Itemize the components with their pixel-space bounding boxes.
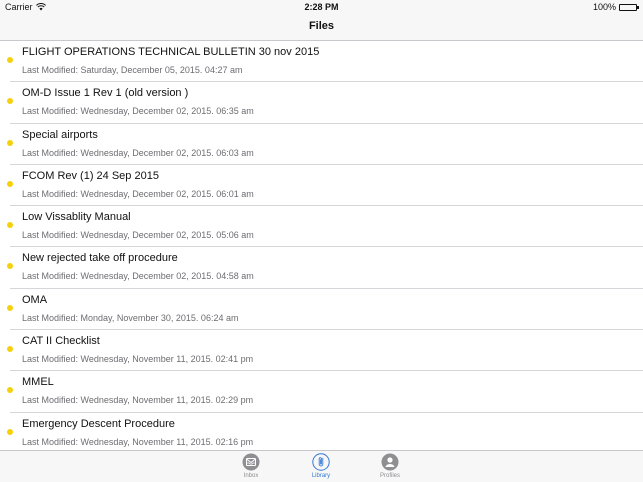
paperclip-icon: [312, 453, 330, 471]
unread-dot-icon: [7, 98, 13, 105]
status-bar: Carrier 2:28 PM 100%: [0, 0, 643, 14]
file-name: MMEL: [22, 376, 54, 389]
battery-indicator: 100%: [592, 2, 639, 12]
file-row[interactable]: Special airports Last Modified: Wednesda…: [0, 124, 643, 166]
file-name: OM-D Issue 1 Rev 1 (old version ): [22, 87, 189, 100]
file-row[interactable]: CAT II Checklist Last Modified: Wednesda…: [0, 330, 643, 372]
unread-dot-icon: [7, 387, 13, 394]
unread-dot-icon: [7, 304, 13, 311]
file-modified: Last Modified: Wednesday, December 02, 2…: [22, 106, 254, 117]
file-row[interactable]: MMEL Last Modified: Wednesday, November …: [0, 371, 643, 413]
tab-profiles[interactable]: Profiles: [365, 453, 415, 479]
file-row[interactable]: Low Vissablity Manual Last Modified: Wed…: [0, 206, 643, 248]
file-name: New rejected take off procedure: [22, 252, 178, 265]
file-row[interactable]: OM-D Issue 1 Rev 1 (old version ) Last M…: [0, 82, 643, 124]
tab-library[interactable]: Library: [296, 453, 346, 479]
file-row[interactable]: FCOM Rev (1) 24 Sep 2015 Last Modified: …: [0, 165, 643, 207]
file-row[interactable]: Emergency Descent Procedure Last Modifie…: [0, 413, 643, 450]
battery-percent: 100%: [592, 2, 616, 12]
navigation-bar: Files: [0, 14, 643, 41]
battery-icon: [619, 3, 639, 11]
file-name: FCOM Rev (1) 24 Sep 2015: [22, 169, 159, 182]
unread-dot-icon: [7, 180, 13, 187]
file-name: FLIGHT OPERATIONS TECHNICAL BULLETIN 30 …: [22, 46, 320, 58]
file-modified: Last Modified: Wednesday, December 02, 2…: [22, 147, 254, 158]
unread-dot-icon: [7, 139, 13, 146]
profile-icon: [381, 453, 399, 471]
tab-library-label: Library: [311, 473, 331, 479]
tab-profiles-label: Profiles: [379, 473, 400, 479]
inbox-icon: [242, 453, 260, 471]
file-name: Special airports: [22, 128, 98, 141]
file-row[interactable]: OMA Last Modified: Monday, November 30, …: [0, 289, 643, 331]
file-modified: Last Modified: Wednesday, November 11, 2…: [22, 395, 254, 406]
file-modified: Last Modified: Monday, November 30, 2015…: [22, 312, 239, 323]
file-modified: Last Modified: Wednesday, November 11, 2…: [22, 354, 254, 365]
unread-dot-icon: [7, 346, 13, 353]
file-modified: Last Modified: Wednesday, December 02, 2…: [22, 188, 254, 199]
tab-inbox-label: Inbox: [243, 473, 259, 479]
file-modified: Last Modified: Wednesday, November 11, 2…: [22, 436, 254, 447]
file-name: Emergency Descent Procedure: [22, 417, 175, 430]
file-name: Low Vissablity Manual: [22, 211, 131, 224]
file-name: CAT II Checklist: [22, 335, 100, 348]
tab-inbox[interactable]: Inbox: [226, 453, 276, 479]
file-list[interactable]: FLIGHT OPERATIONS TECHNICAL BULLETIN 30 …: [0, 41, 643, 450]
status-time: 2:28 PM: [304, 2, 339, 12]
file-row[interactable]: FLIGHT OPERATIONS TECHNICAL BULLETIN 30 …: [0, 41, 643, 83]
unread-dot-icon: [7, 263, 13, 270]
file-modified: Last Modified: Saturday, December 05, 20…: [22, 65, 243, 75]
file-name: OMA: [22, 293, 48, 306]
file-modified: Last Modified: Wednesday, December 02, 2…: [22, 230, 254, 241]
file-modified: Last Modified: Wednesday, December 02, 2…: [22, 271, 254, 282]
unread-dot-icon: [7, 57, 13, 63]
unread-dot-icon: [7, 222, 13, 229]
page-title: Files: [308, 20, 335, 32]
file-row[interactable]: New rejected take off procedure Last Mod…: [0, 247, 643, 290]
unread-dot-icon: [7, 428, 13, 435]
tab-bar: Inbox Library Profiles: [0, 450, 643, 482]
